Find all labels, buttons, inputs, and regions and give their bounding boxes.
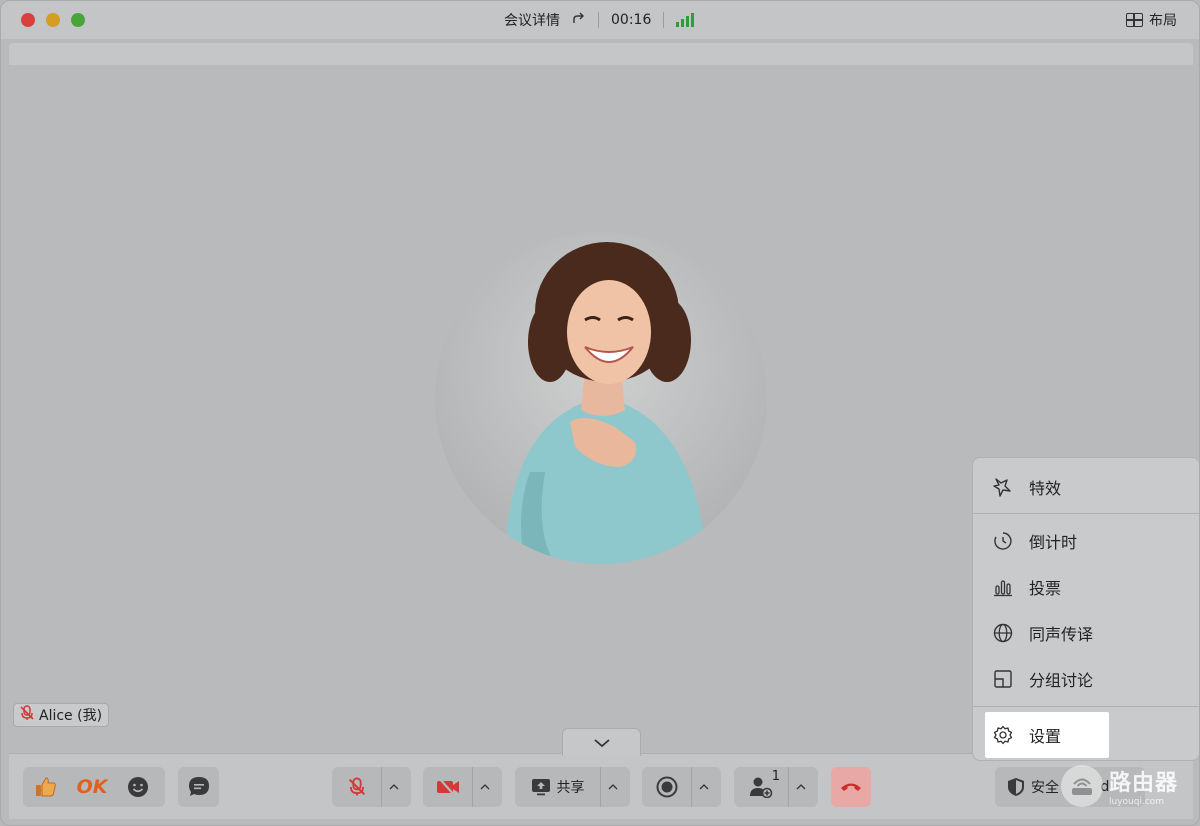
record-icon <box>656 776 677 798</box>
share-label: 共享 <box>556 780 585 796</box>
add-participant-icon <box>750 777 773 798</box>
more-menu: 特效 倒计时 投票 同声传译 分组讨论 设置 <box>972 457 1199 761</box>
security-label: 安全 <box>1031 780 1059 796</box>
record-button[interactable] <box>642 767 691 807</box>
unmute-button[interactable] <box>332 767 381 807</box>
leave-meeting-button[interactable] <box>831 767 871 807</box>
participants-group: 1 <box>734 767 818 807</box>
menu-item-label: 投票 <box>1029 579 1062 598</box>
menu-item-breakout-rooms[interactable]: 分组讨论 <box>973 656 1199 702</box>
chevron-up-icon <box>796 784 805 790</box>
meeting-timer: 00:16 <box>611 12 652 28</box>
menu-item-settings[interactable]: 设置 <box>985 712 1109 758</box>
emoji-button[interactable] <box>115 767 161 807</box>
breakout-icon <box>993 669 1013 689</box>
chevron-up-icon <box>389 784 398 790</box>
mic-muted-icon <box>348 777 365 796</box>
watermark-brand: 路由器 <box>1109 771 1179 796</box>
menu-divider <box>973 706 1199 707</box>
participants-button[interactable]: 1 <box>734 767 788 807</box>
grid-layout-icon <box>1126 13 1143 27</box>
share-group: 共享 <box>515 767 630 807</box>
meeting-window: 会议详情 00:16 布局 Alice (我) OK 共享 1 安全 d 特效 … <box>0 0 1200 826</box>
chat-group <box>178 767 219 807</box>
record-group <box>642 767 721 807</box>
timer-icon <box>993 531 1013 551</box>
camera-options-button[interactable] <box>472 767 496 807</box>
poll-icon <box>993 577 1013 597</box>
mic-muted-icon <box>18 704 36 726</box>
thumbs-up-reaction-button[interactable] <box>23 767 69 807</box>
layout-label: 布局 <box>1149 13 1177 29</box>
divider <box>598 12 599 28</box>
share-screen-icon <box>531 779 550 796</box>
menu-divider <box>973 513 1199 514</box>
chevron-up-icon <box>699 784 708 790</box>
watermark-logo: 路由器 luyouqi.com <box>1061 761 1187 811</box>
meeting-details-link[interactable]: 会议详情 <box>504 10 560 30</box>
chevron-up-icon <box>480 784 489 790</box>
meeting-info: 会议详情 00:16 <box>504 1 695 39</box>
maximize-window-button[interactable] <box>71 13 85 27</box>
menu-item-label: 同声传译 <box>1029 625 1094 644</box>
participant-name: Alice (我) <box>39 708 103 724</box>
thumbs-up-icon <box>36 777 56 797</box>
sparkle-icon <box>993 477 1013 497</box>
participants-options-button[interactable] <box>788 767 812 807</box>
chat-button[interactable] <box>178 767 219 807</box>
menu-item-effects[interactable]: 特效 <box>973 464 1199 510</box>
reactions-group: OK <box>23 767 165 807</box>
router-icon <box>1061 765 1103 807</box>
watermark-site: luyouqi.com <box>1109 797 1165 807</box>
mic-options-button[interactable] <box>381 767 405 807</box>
hangup-group <box>831 767 871 807</box>
menu-item-countdown[interactable]: 倒计时 <box>973 518 1199 564</box>
shield-icon <box>1008 778 1024 796</box>
participant-avatar <box>435 232 767 564</box>
top-strip <box>9 43 1193 65</box>
gear-icon <box>993 725 1013 745</box>
ok-reaction-button[interactable]: OK <box>69 767 115 807</box>
minimize-window-button[interactable] <box>46 13 60 27</box>
globe-icon <box>993 623 1013 643</box>
close-window-button[interactable] <box>21 13 35 27</box>
menu-item-label: 倒计时 <box>1029 533 1078 552</box>
menu-item-interpretation[interactable]: 同声传译 <box>973 610 1199 656</box>
menu-item-poll[interactable]: 投票 <box>973 564 1199 610</box>
menu-item-label: 分组讨论 <box>1029 671 1094 690</box>
mic-group <box>332 767 411 807</box>
hang-up-icon <box>841 783 861 791</box>
participants-count: 1 <box>771 769 780 784</box>
share-arrow-icon[interactable] <box>572 12 586 28</box>
layout-button[interactable]: 布局 <box>1126 1 1177 39</box>
title-bar: 会议详情 00:16 布局 <box>1 1 1199 39</box>
camera-group <box>423 767 502 807</box>
chat-bubble-icon <box>188 777 209 796</box>
collapse-toolbar-button[interactable] <box>562 728 641 756</box>
menu-item-label: 设置 <box>1029 727 1062 746</box>
camera-off-icon <box>436 777 459 797</box>
start-video-button[interactable] <box>423 767 472 807</box>
share-screen-button[interactable]: 共享 <box>515 767 600 807</box>
signal-strength-icon[interactable] <box>676 13 695 27</box>
chevron-down-icon <box>593 738 610 747</box>
menu-item-label: 特效 <box>1029 479 1062 498</box>
share-options-button[interactable] <box>600 767 624 807</box>
divider <box>663 12 665 28</box>
record-options-button[interactable] <box>691 767 715 807</box>
participant-name-tag: Alice (我) <box>13 703 110 727</box>
smiley-icon <box>128 777 148 797</box>
chevron-up-icon <box>608 784 617 790</box>
